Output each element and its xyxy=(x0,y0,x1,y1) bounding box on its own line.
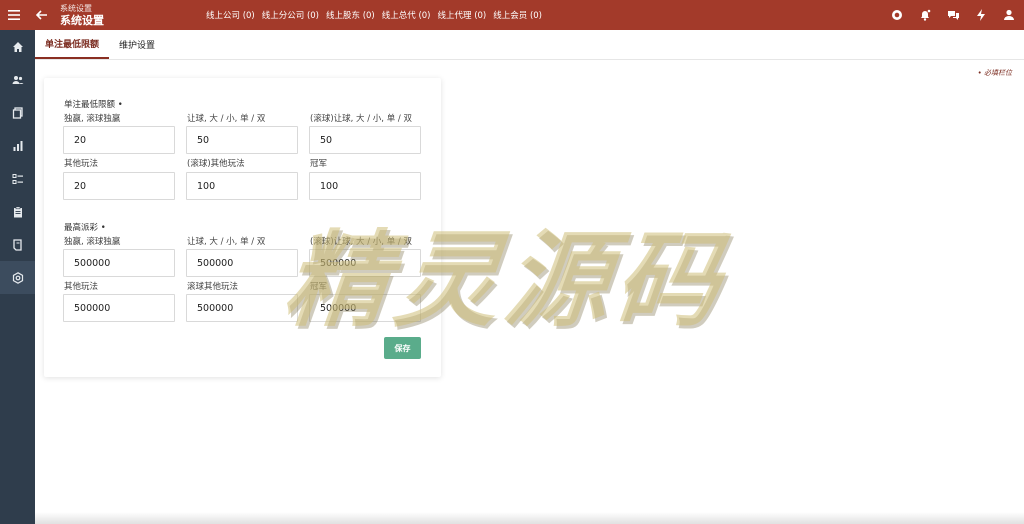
tab-maintenance[interactable]: 维护设置 xyxy=(109,30,165,59)
copy-icon xyxy=(12,106,23,119)
min-input-live-other[interactable] xyxy=(186,172,298,200)
sidebar-item-book[interactable] xyxy=(0,228,35,261)
bell-icon[interactable] xyxy=(916,6,934,24)
sidebar-item-clipboard[interactable] xyxy=(0,195,35,228)
min-input-moneyline[interactable] xyxy=(63,126,175,154)
max-label-handicap: 让球, 大 / 小, 单 / 双 xyxy=(187,237,266,247)
back-arrow-icon[interactable] xyxy=(28,0,56,30)
book-icon xyxy=(12,238,22,251)
sidebar-item-users[interactable] xyxy=(0,63,35,96)
min-label-handicap: 让球, 大 / 小, 单 / 双 xyxy=(187,114,266,124)
max-label-live-handicap: (滚球)让球, 大 / 小, 单 / 双 xyxy=(310,237,412,247)
bottom-edge xyxy=(35,512,1024,524)
breadcrumb-parent: 系统设置 xyxy=(60,3,92,13)
user-icon[interactable] xyxy=(1000,6,1018,24)
online-general-agent-counter[interactable]: 线上总代 (0) xyxy=(382,9,431,21)
online-branch-counter[interactable]: 线上分公司 (0) xyxy=(262,9,319,21)
max-label-live-other: 滚球其他玩法 xyxy=(187,282,239,292)
max-input-moneyline[interactable] xyxy=(63,249,175,277)
sidebar-item-copy[interactable] xyxy=(0,96,35,129)
page-title: 系统设置 xyxy=(60,13,104,27)
sidebar xyxy=(0,30,35,524)
min-label-live-other: (滚球)其他玩法 xyxy=(187,159,245,169)
online-member-counter[interactable]: 线上会员 (0) xyxy=(493,9,542,21)
list-icon xyxy=(12,173,23,184)
max-input-live-other[interactable] xyxy=(186,294,298,322)
topbar-actions xyxy=(888,0,1018,30)
sidebar-item-list[interactable] xyxy=(0,162,35,195)
max-label-moneyline: 独赢, 滚球独赢 xyxy=(64,237,121,247)
min-input-other[interactable] xyxy=(63,172,175,200)
min-label-champion: 冠军 xyxy=(310,159,328,169)
max-input-other[interactable] xyxy=(63,294,175,322)
max-label-other: 其他玩法 xyxy=(64,282,99,292)
menu-icon[interactable] xyxy=(0,0,28,30)
min-label-live-handicap: (滚球)让球, 大 / 小, 单 / 双 xyxy=(310,114,412,124)
breadcrumb: 系统设置 系统设置 xyxy=(60,3,104,27)
save-button[interactable]: 保存 xyxy=(384,337,421,359)
online-agent-counter[interactable]: 线上代理 (0) xyxy=(438,9,487,21)
max-label-champion: 冠军 xyxy=(310,282,328,292)
top-bar: 系统设置 系统设置 线上公司 (0) 线上分公司 (0) 线上股东 (0) 线上… xyxy=(0,0,1024,30)
section-title-min-bet: 单注最低限额 • xyxy=(64,100,123,110)
max-input-champion[interactable] xyxy=(309,294,421,322)
settings-icon xyxy=(12,271,23,284)
tab-min-bet[interactable]: 单注最低限额 xyxy=(35,30,110,59)
section-title-max-payout: 最高派彩 • xyxy=(64,223,106,233)
online-company-counter[interactable]: 线上公司 (0) xyxy=(206,9,255,21)
min-label-other: 其他玩法 xyxy=(64,159,99,169)
chart-icon xyxy=(13,140,22,151)
required-fields-note: • 必填栏位 xyxy=(977,69,1012,77)
min-input-handicap[interactable] xyxy=(186,126,298,154)
chat-icon[interactable] xyxy=(944,6,962,24)
home-icon xyxy=(12,41,23,52)
tab-bar: 单注最低限额 维护设置 xyxy=(35,30,1024,60)
min-input-live-handicap[interactable] xyxy=(309,126,421,154)
clipboard-icon xyxy=(13,206,22,217)
lightning-icon[interactable] xyxy=(972,6,990,24)
online-counters: 线上公司 (0) 线上分公司 (0) 线上股东 (0) 线上总代 (0) 线上代… xyxy=(206,0,542,30)
max-input-live-handicap[interactable] xyxy=(309,249,421,277)
sidebar-item-home[interactable] xyxy=(0,30,35,63)
search-icon[interactable] xyxy=(888,6,906,24)
users-icon xyxy=(12,75,23,84)
max-input-handicap[interactable] xyxy=(186,249,298,277)
sidebar-item-settings[interactable] xyxy=(0,261,35,294)
min-label-moneyline: 独赢, 滚球独赢 xyxy=(64,114,121,124)
online-shareholder-counter[interactable]: 线上股东 (0) xyxy=(326,9,375,21)
settings-card: 单注最低限额 • 独赢, 滚球独赢 让球, 大 / 小, 单 / 双 (滚球)让… xyxy=(44,78,441,377)
min-input-champion[interactable] xyxy=(309,172,421,200)
sidebar-item-reports[interactable] xyxy=(0,129,35,162)
